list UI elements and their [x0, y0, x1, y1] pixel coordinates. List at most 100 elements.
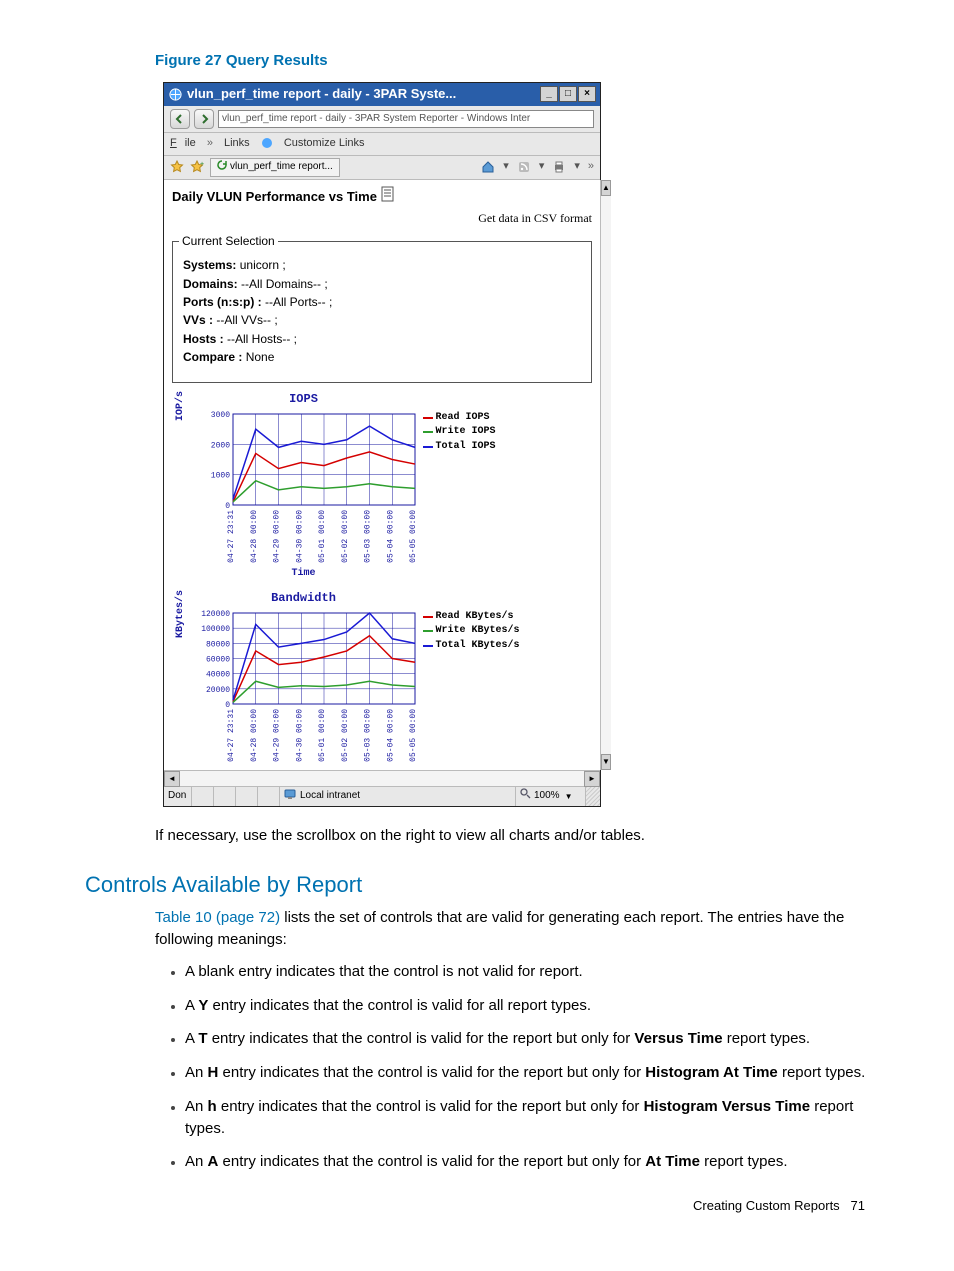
- ie-small-icon: [261, 137, 273, 149]
- refresh-icon: [217, 160, 227, 176]
- current-selection-box: Current Selection Systems: unicorn ; Dom…: [172, 241, 592, 382]
- intranet-icon: [284, 788, 296, 806]
- titlebar: vlun_perf_time report - daily - 3PAR Sys…: [164, 83, 600, 106]
- list-item: An h entry indicates that the control is…: [185, 1096, 869, 1140]
- systems-label: Systems:: [183, 258, 236, 272]
- footer-text: Creating Custom Reports: [693, 1198, 840, 1213]
- figure-caption: Figure 27 Query Results: [155, 50, 869, 72]
- favorite-star-icon[interactable]: [170, 160, 184, 174]
- legend-total-bw: Total KBytes/s: [436, 639, 520, 654]
- svg-text:05-03 00:00: 05-03 00:00: [363, 510, 372, 563]
- scroll-left-button[interactable]: ◄: [164, 771, 180, 787]
- bw-title: Bandwidth: [271, 590, 336, 607]
- iops-title: IOPS: [289, 391, 318, 408]
- ports-value: --All Ports-- ;: [265, 295, 332, 309]
- iops-plot: 010002000300004-27 23:3104-28 00:0004-29…: [189, 410, 419, 565]
- svg-text:120000: 120000: [201, 610, 230, 619]
- svg-text:60000: 60000: [205, 655, 229, 664]
- svg-text:04-29 00:00: 04-29 00:00: [272, 709, 281, 762]
- scroll-up-button[interactable]: ▲: [601, 180, 611, 196]
- svg-text:05-01 00:00: 05-01 00:00: [318, 510, 327, 563]
- maximize-button[interactable]: □: [559, 86, 577, 102]
- svg-text:04-27 23:31: 04-27 23:31: [227, 510, 236, 563]
- svg-text:04-28 00:00: 04-28 00:00: [249, 510, 258, 563]
- after-figure-text: If necessary, use the scrollbox on the r…: [155, 825, 869, 848]
- vertical-scrollbar[interactable]: ▲ ▼: [600, 180, 611, 770]
- list-item: A blank entry indicates that the control…: [185, 961, 869, 983]
- ports-label: Ports (n:s:p) :: [183, 295, 262, 309]
- svg-text:+: +: [200, 161, 204, 168]
- intro-paragraph: Table 10 (page 72) lists the set of cont…: [155, 907, 869, 951]
- bw-plot: 02000040000600008000010000012000004-27 2…: [189, 609, 419, 764]
- compare-label: Compare :: [183, 350, 242, 364]
- nav-bar: vlun_perf_time report - daily - 3PAR Sys…: [164, 106, 600, 133]
- menu-links[interactable]: Links: [224, 137, 250, 149]
- svg-text:2000: 2000: [210, 441, 229, 450]
- svg-text:04-30 00:00: 04-30 00:00: [295, 709, 304, 762]
- status-intranet: Local intranet: [300, 789, 360, 804]
- window-title: vlun_perf_time report - daily - 3PAR Sys…: [187, 85, 456, 104]
- domains-label: Domains:: [183, 277, 238, 291]
- bullet-list: A blank entry indicates that the control…: [185, 961, 869, 1173]
- add-favorite-icon[interactable]: +: [190, 160, 204, 174]
- page-footer: Creating Custom Reports 71: [85, 1197, 869, 1216]
- iops-xlabel: Time: [291, 567, 315, 582]
- browser-tab[interactable]: vlun_perf_time report...: [210, 158, 340, 178]
- scroll-down-button[interactable]: ▼: [601, 754, 611, 770]
- back-button[interactable]: [170, 109, 190, 129]
- bw-legend: Read KBytes/s Write KBytes/s Total KByte…: [423, 610, 520, 654]
- hosts-value: --All Hosts-- ;: [227, 332, 297, 346]
- resize-grip[interactable]: [586, 787, 600, 806]
- forward-button[interactable]: [194, 109, 214, 129]
- svg-text:80000: 80000: [205, 640, 229, 649]
- csv-link[interactable]: Get data in CSV format: [442, 210, 592, 227]
- status-bar: Don Local intranet 100% ▼: [164, 786, 600, 806]
- list-item: An H entry indicates that the control is…: [185, 1062, 869, 1084]
- svg-text:04-30 00:00: 04-30 00:00: [295, 510, 304, 563]
- zoom-icon: [520, 788, 531, 805]
- minimize-button[interactable]: _: [540, 86, 558, 102]
- table-ref-link[interactable]: Table 10 (page 72): [155, 909, 280, 926]
- document-icon[interactable]: [381, 186, 395, 208]
- list-item: An A entry indicates that the control is…: [185, 1151, 869, 1173]
- menu-customize-links[interactable]: Customize Links: [284, 137, 365, 149]
- horizontal-scrollbar[interactable]: ◄ ►: [164, 770, 600, 786]
- bandwidth-chart: KBytes/s Bandwidth 020000400006000080000…: [172, 590, 592, 764]
- svg-text:05-02 00:00: 05-02 00:00: [340, 510, 349, 563]
- svg-text:05-02 00:00: 05-02 00:00: [340, 709, 349, 762]
- menu-bar: File » Links Customize Links: [164, 133, 600, 156]
- close-button[interactable]: ×: [578, 86, 596, 102]
- svg-text:05-04 00:00: 05-04 00:00: [386, 709, 395, 762]
- iops-legend: Read IOPS Write IOPS Total IOPS: [423, 411, 496, 455]
- legend-write-bw: Write KBytes/s: [436, 624, 520, 639]
- svg-text:100000: 100000: [201, 625, 230, 634]
- scroll-right-button[interactable]: ►: [584, 771, 600, 787]
- vvs-value: --All VVs-- ;: [216, 313, 277, 327]
- svg-text:40000: 40000: [205, 671, 229, 680]
- domains-value: --All Domains-- ;: [241, 277, 328, 291]
- iops-ylabel: IOP/s: [172, 391, 189, 456]
- home-icon[interactable]: [481, 160, 495, 174]
- svg-text:05-05 00:00: 05-05 00:00: [409, 510, 418, 563]
- scroll-track[interactable]: [601, 196, 611, 754]
- page-content: Daily VLUN Performance vs Time Get data …: [164, 180, 600, 770]
- address-bar[interactable]: vlun_perf_time report - daily - 3PAR Sys…: [218, 110, 594, 128]
- legend-write-iops: Write IOPS: [436, 425, 496, 440]
- systems-value: unicorn ;: [240, 258, 286, 272]
- footer-page-number: 71: [851, 1198, 865, 1213]
- status-left: Don: [164, 787, 192, 806]
- print-icon[interactable]: [552, 160, 566, 174]
- scroll-track-h[interactable]: [180, 771, 584, 786]
- status-zoom: 100%: [534, 789, 560, 804]
- svg-text:05-01 00:00: 05-01 00:00: [318, 709, 327, 762]
- menu-file[interactable]: File: [170, 137, 196, 149]
- ie-icon: [168, 87, 183, 102]
- toolbar: + vlun_perf_time report... ▾ ▾ ▾ »: [164, 156, 600, 181]
- hosts-label: Hosts :: [183, 332, 224, 346]
- list-item: A Y entry indicates that the control is …: [185, 995, 869, 1017]
- svg-text:05-04 00:00: 05-04 00:00: [386, 510, 395, 563]
- page-title: Daily VLUN Performance vs Time: [172, 188, 377, 207]
- svg-text:05-03 00:00: 05-03 00:00: [363, 709, 372, 762]
- feed-icon[interactable]: [517, 160, 531, 174]
- selection-legend: Current Selection: [179, 233, 278, 250]
